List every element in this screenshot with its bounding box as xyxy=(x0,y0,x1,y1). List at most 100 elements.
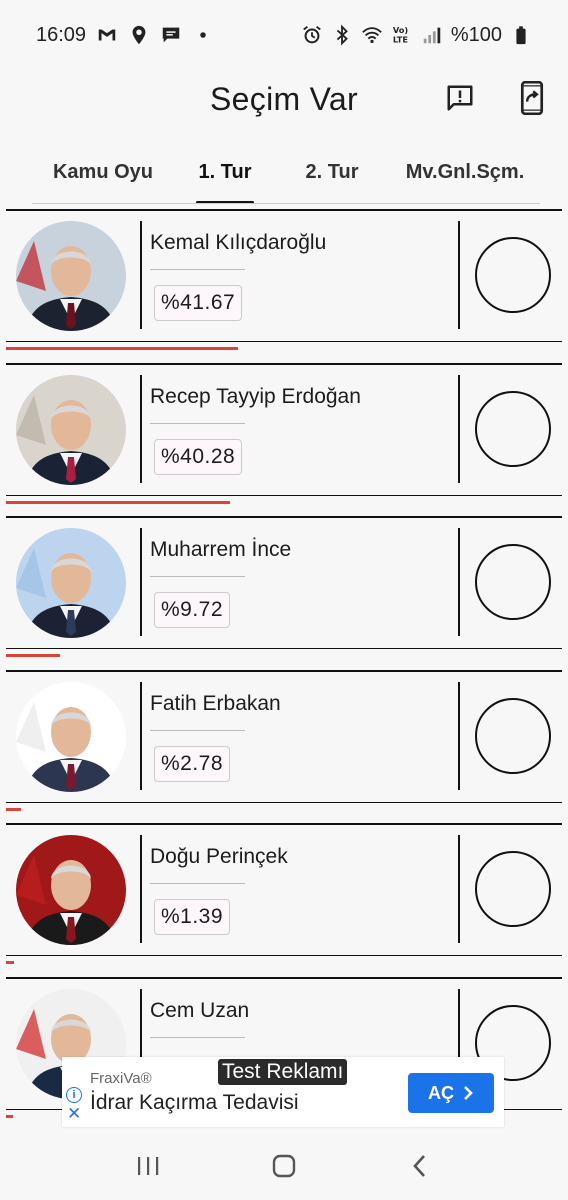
card-divider-left xyxy=(140,681,142,790)
candidate-card: Fatih Erbakan %2.78 xyxy=(0,668,568,822)
tab-kamu-oyu[interactable]: Kamu Oyu xyxy=(30,144,176,200)
vote-share-bar xyxy=(6,807,21,811)
vote-button[interactable] xyxy=(475,544,551,620)
app-bar: Seçim Var xyxy=(0,70,568,128)
vote-button[interactable] xyxy=(475,697,551,774)
candidate-photo xyxy=(16,835,126,945)
share-device-icon xyxy=(520,81,544,115)
card-divider-left xyxy=(140,374,142,483)
name-underline xyxy=(150,576,245,577)
name-underline xyxy=(150,1036,245,1038)
candidate-name: Doğu Perinçek xyxy=(150,845,288,868)
candidate-card: Doğu Perinçek %1.39 xyxy=(0,821,568,975)
battery-percent: %100 xyxy=(450,23,502,46)
candidate-photo xyxy=(16,528,126,638)
ad-open-button[interactable]: AÇ xyxy=(408,1073,494,1113)
vote-percentage: %41.67 xyxy=(154,285,243,321)
ad-cta-label: AÇ xyxy=(428,1082,454,1103)
candidate-photo xyxy=(16,374,126,485)
card-top-border xyxy=(6,362,562,365)
vote-percentage: %9.72 xyxy=(154,592,231,628)
vote-share-bar xyxy=(6,1114,13,1118)
card-bottom-border xyxy=(6,494,562,496)
vote-share-bar xyxy=(6,654,60,657)
gmail-icon xyxy=(96,24,118,46)
card-top-border xyxy=(6,516,562,518)
ad-headline: İdrar Kaçırma Tedavisi xyxy=(90,1091,299,1114)
card-top-border xyxy=(6,976,562,979)
report-button[interactable] xyxy=(444,80,476,116)
home-icon xyxy=(272,1154,296,1178)
location-icon xyxy=(128,24,150,46)
candidate-name: Kemal Kılıçdaroğlu xyxy=(150,231,327,254)
ad-banner[interactable]: i ✕ FraxiVa® İdrar Kaçırma Tedavisi Test… xyxy=(62,1057,504,1127)
ad-advertiser: FraxiVa® xyxy=(90,1070,152,1087)
home-button[interactable] xyxy=(264,1146,304,1186)
card-bottom-border xyxy=(6,955,562,956)
vote-button[interactable] xyxy=(475,851,551,927)
bluetooth-icon xyxy=(331,24,353,46)
candidate-photo xyxy=(16,681,126,792)
recent-apps-icon xyxy=(138,1157,159,1175)
card-bottom-border xyxy=(6,341,562,342)
close-icon[interactable]: ✕ xyxy=(67,1105,81,1122)
card-bottom-border xyxy=(6,648,562,649)
candidate-name: Fatih Erbakan xyxy=(150,691,281,715)
name-underline xyxy=(150,729,245,731)
candidate-card: Kemal Kılıçdaroğlu %41.67 xyxy=(0,207,568,361)
card-divider-right xyxy=(458,374,460,483)
candidate-name: Recep Tayyip Erdoğan xyxy=(150,384,361,408)
status-time: 16:09 xyxy=(36,23,87,46)
volte-icon: Vo) LTE xyxy=(391,24,413,46)
candidate-card: Recep Tayyip Erdoğan %40.28 xyxy=(0,361,568,515)
card-divider-right xyxy=(458,221,460,329)
signal-icon xyxy=(421,24,443,46)
dot-icon xyxy=(192,24,214,46)
card-divider-right xyxy=(458,528,460,636)
candidate-name: Muharrem İnce xyxy=(150,538,292,561)
wifi-icon xyxy=(361,24,383,46)
card-divider-right xyxy=(458,835,460,943)
message-icon xyxy=(160,24,182,46)
app-title: Seçim Var xyxy=(210,80,358,117)
share-device-button[interactable] xyxy=(516,80,548,116)
vote-share-bar xyxy=(6,347,238,350)
svg-text:LTE: LTE xyxy=(393,34,409,44)
alarm-icon xyxy=(301,24,323,46)
candidate-card: Muharrem İnce %9.72 xyxy=(0,514,568,668)
name-underline xyxy=(150,883,245,884)
vote-percentage: %1.39 xyxy=(154,899,231,935)
recent-apps-button[interactable] xyxy=(128,1146,168,1186)
card-bottom-border xyxy=(6,801,562,803)
report-icon xyxy=(447,85,473,111)
card-divider-left xyxy=(140,835,142,943)
vote-share-bar xyxy=(6,961,14,964)
candidate-name: Cem Uzan xyxy=(150,998,250,1022)
vote-share-bar xyxy=(6,500,230,504)
card-divider-left xyxy=(140,528,142,636)
name-underline xyxy=(150,269,245,270)
tab-mv-gnl-scm[interactable]: Mv.Gnl.Sçm. xyxy=(390,144,540,200)
name-underline xyxy=(150,422,245,424)
card-top-border xyxy=(6,823,562,825)
vote-button[interactable] xyxy=(475,390,551,467)
candidate-photo xyxy=(16,221,126,331)
status-bar: 16:09 Vo) LTE %100 xyxy=(0,0,568,70)
vote-button[interactable] xyxy=(475,237,551,313)
card-divider-right xyxy=(458,681,460,790)
tab-2-tur[interactable]: 2. Tur xyxy=(274,144,390,200)
back-button[interactable] xyxy=(400,1146,440,1186)
vote-percentage: %2.78 xyxy=(154,745,231,782)
card-divider-left xyxy=(140,221,142,329)
card-top-border xyxy=(6,669,562,672)
back-icon xyxy=(413,1155,425,1177)
vote-percentage: %40.28 xyxy=(154,438,243,475)
chevron-right-icon xyxy=(464,1086,473,1100)
tab-1-tur[interactable]: 1. Tur xyxy=(176,144,274,204)
candidate-list: Kemal Kılıçdaroğlu %41.67 Recep Tayyip E… xyxy=(0,207,568,1128)
ad-test-label: Test Reklamı xyxy=(218,1059,348,1085)
tabs-divider xyxy=(32,203,540,204)
tab-bar: Kamu Oyu 1. Tur 2. Tur Mv.Gnl.Sçm. xyxy=(30,140,540,204)
card-top-border xyxy=(6,209,562,211)
info-icon[interactable]: i xyxy=(66,1087,82,1103)
